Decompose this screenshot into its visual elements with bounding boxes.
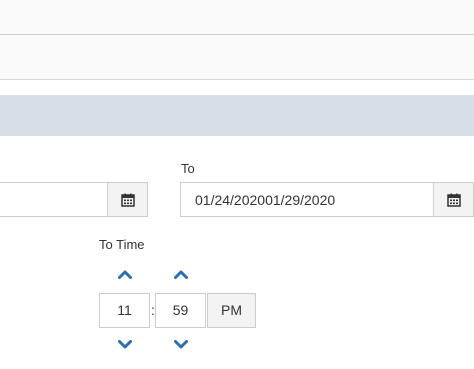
secondary-toolbar-band <box>0 35 474 80</box>
section-header-bar <box>0 95 474 136</box>
chevron-up-icon <box>118 270 132 279</box>
minute-increment-button[interactable] <box>173 268 189 280</box>
from-date-input[interactable] <box>0 182 108 217</box>
minute-input[interactable]: 59 <box>155 293 206 328</box>
to-date-label: To <box>181 161 195 176</box>
calendar-icon <box>120 193 135 207</box>
to-date-input[interactable] <box>180 182 434 217</box>
hour-input[interactable]: 11 <box>99 293 150 328</box>
hour-increment-button[interactable] <box>117 268 133 280</box>
from-date-calendar-button[interactable] <box>107 182 148 217</box>
minute-decrement-button[interactable] <box>173 338 189 350</box>
to-date-calendar-button[interactable] <box>433 182 474 217</box>
hour-decrement-button[interactable] <box>117 338 133 350</box>
calendar-icon <box>446 193 461 207</box>
chevron-down-icon <box>174 339 188 348</box>
chevron-down-icon <box>118 339 132 348</box>
to-time-label: To Time <box>99 237 145 252</box>
top-toolbar-band <box>0 0 474 35</box>
meridian-toggle-button[interactable]: PM <box>207 293 256 328</box>
chevron-up-icon <box>174 270 188 279</box>
